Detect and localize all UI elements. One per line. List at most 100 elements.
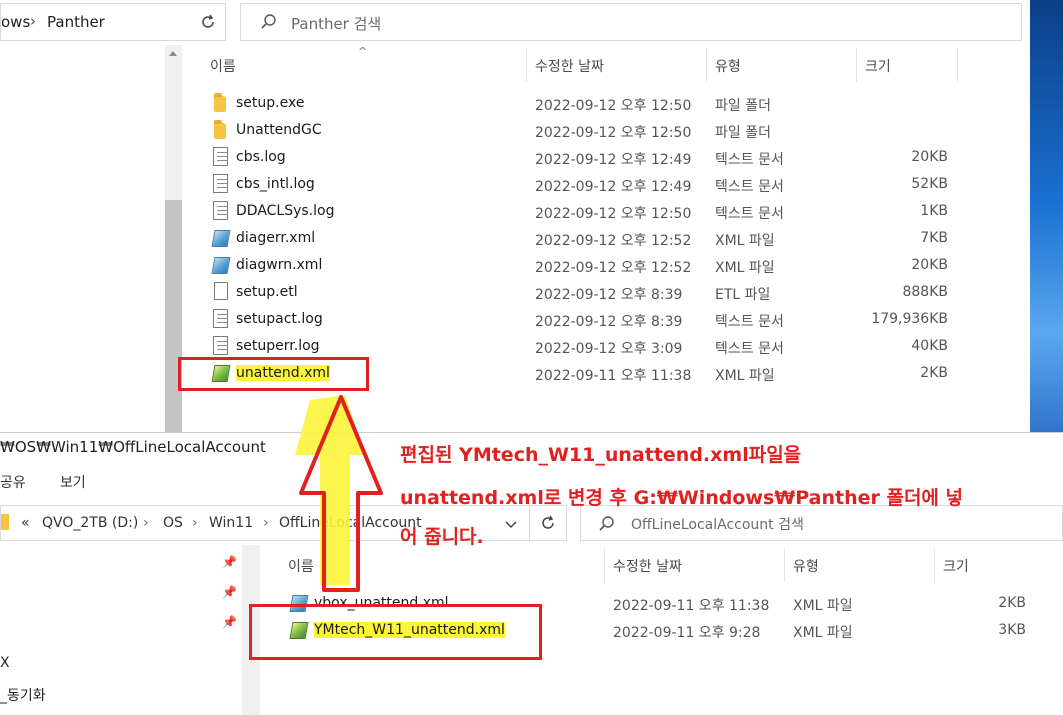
folder-icon bbox=[214, 93, 226, 112]
file-date: 2022-09-12 오후 12:52 bbox=[535, 260, 692, 276]
file-date: 2022-09-12 오후 3:09 bbox=[535, 341, 683, 357]
breadcrumb-separator-icon: › bbox=[30, 12, 36, 30]
pin-icon[interactable]: 📌 bbox=[222, 615, 237, 629]
nav-item[interactable]: X bbox=[0, 655, 10, 671]
text-file-icon bbox=[213, 147, 228, 166]
search-icon bbox=[259, 12, 279, 36]
file-date: 2022-09-12 오후 12:52 bbox=[535, 233, 692, 249]
file-type: 텍스트 문서 bbox=[715, 341, 784, 357]
column-header-date[interactable]: 수정한 날짜 bbox=[613, 556, 682, 576]
file-date: 2022-09-11 오후 11:38 bbox=[535, 368, 692, 384]
file-name[interactable]: diagwrn.xml bbox=[236, 257, 322, 273]
column-divider[interactable] bbox=[706, 48, 707, 82]
file-size: 7KB bbox=[920, 230, 948, 246]
breadcrumb-separator-icon: › bbox=[143, 515, 149, 531]
file-row[interactable]: diagwrn.xml 2022-09-12 오후 12:52 XML 파일 20KB bbox=[205, 252, 965, 279]
menu-share[interactable]: 공유 bbox=[0, 472, 26, 492]
column-divider[interactable] bbox=[957, 48, 958, 82]
refresh-button[interactable] bbox=[190, 3, 226, 41]
menu-view[interactable]: 보기 bbox=[60, 472, 86, 492]
desktop-wallpaper bbox=[1030, 0, 1063, 445]
chevron-down-icon[interactable] bbox=[501, 512, 521, 540]
file-row[interactable]: cbs_intl.log 2022-09-12 오후 12:49 텍스트 문서 52K… bbox=[205, 171, 965, 198]
file-row[interactable]: DDACLSys.log 2022-09-12 오후 12:50 텍스트 문서 1KB bbox=[205, 198, 965, 225]
navigation-pane[interactable]: 📌 📌 📌 X _동기화 bbox=[0, 545, 242, 715]
search-input[interactable]: Panther 검색 bbox=[240, 3, 1022, 41]
column-header-name[interactable]: 이름 bbox=[210, 56, 236, 76]
navigation-pane[interactable] bbox=[0, 45, 165, 432]
file-type: 텍스트 문서 bbox=[715, 314, 784, 330]
file-name[interactable]: cbs_intl.log bbox=[236, 176, 315, 192]
file-row[interactable]: diagerr.xml 2022-09-12 오후 12:52 XML 파일 7KB bbox=[205, 225, 965, 252]
file-name[interactable]: UnattendGC bbox=[236, 122, 322, 138]
column-header-date[interactable]: 수정한 날짜 bbox=[535, 56, 604, 76]
file-size: 52KB bbox=[911, 176, 948, 192]
file-type: 텍스트 문서 bbox=[715, 206, 784, 222]
breadcrumb-os[interactable]: OS bbox=[163, 515, 183, 531]
window-title: ₩OS₩Win11₩OffLineLocalAccount bbox=[0, 438, 266, 456]
annotation-line-1: 편집된 YMtech_W11_unattend.xml파일을 bbox=[400, 444, 802, 466]
column-divider[interactable] bbox=[934, 548, 935, 582]
file-name[interactable]: setup.etl bbox=[236, 284, 298, 300]
file-name[interactable]: setuperr.log bbox=[236, 338, 320, 354]
file-name[interactable]: cbs.log bbox=[236, 149, 286, 165]
pin-icon[interactable]: 📌 bbox=[222, 585, 237, 599]
file-row[interactable]: cbs.log 2022-09-12 오후 12:49 텍스트 문서 20KB bbox=[205, 144, 965, 171]
file-size: 2KB bbox=[998, 595, 1026, 611]
file-name[interactable]: setupact.log bbox=[236, 311, 323, 327]
scrollbar-thumb[interactable] bbox=[165, 200, 182, 432]
breadcrumb-overflow[interactable]: « bbox=[21, 515, 30, 531]
column-header-row: 이름 수정한 날짜 유형 크기 bbox=[0, 48, 1030, 84]
column-divider[interactable] bbox=[526, 48, 527, 82]
file-type: 텍스트 문서 bbox=[715, 152, 784, 168]
file-type: 파일 폴더 bbox=[715, 125, 771, 141]
file-size: 179,936KB bbox=[871, 311, 948, 327]
breadcrumb-win11[interactable]: Win11 bbox=[209, 515, 253, 531]
annotation-line-3: 어 줍니다. bbox=[400, 526, 484, 548]
file-type: 텍스트 문서 bbox=[715, 179, 784, 195]
column-divider[interactable] bbox=[856, 48, 857, 82]
xml-file-icon bbox=[211, 257, 231, 274]
file-size: 1KB bbox=[920, 203, 948, 219]
file-size: 2KB bbox=[920, 365, 948, 381]
text-file-icon bbox=[213, 336, 228, 355]
column-header-size[interactable]: 크기 bbox=[943, 556, 969, 576]
file-size: 40KB bbox=[911, 338, 948, 354]
file-date: 2022-09-12 오후 8:39 bbox=[535, 314, 683, 330]
file-type: 파일 폴더 bbox=[715, 98, 771, 114]
file-row[interactable]: setup.etl 2022-09-12 오후 8:39 ETL 파일 888KB bbox=[205, 279, 965, 306]
column-header-type[interactable]: 유형 bbox=[793, 556, 819, 576]
file-row[interactable]: setuperr.log 2022-09-12 오후 3:09 텍스트 문서 40KB bbox=[205, 333, 965, 360]
folder-icon bbox=[1, 514, 9, 530]
file-name[interactable]: setup.exe bbox=[236, 95, 304, 111]
pin-icon[interactable]: 📌 bbox=[222, 555, 237, 569]
file-type: XML 파일 bbox=[715, 368, 775, 384]
breadcrumb-drive[interactable]: QVO_2TB (D:) bbox=[42, 515, 138, 531]
file-name[interactable]: diagerr.xml bbox=[236, 230, 315, 246]
file-date: 2022-09-12 오후 8:39 bbox=[535, 287, 683, 303]
up-arrow-annotation bbox=[295, 395, 383, 592]
text-file-icon bbox=[213, 174, 228, 193]
address-bar[interactable]: ows › Panther bbox=[0, 3, 222, 41]
blank-file-icon bbox=[214, 282, 228, 300]
file-type: XML 파일 bbox=[793, 598, 853, 614]
file-name[interactable]: DDACLSys.log bbox=[236, 203, 334, 219]
nav-item-sync[interactable]: _동기화 bbox=[0, 685, 46, 705]
file-size: 3KB bbox=[998, 622, 1026, 638]
refresh-icon bbox=[201, 14, 214, 28]
file-row[interactable]: setup.exe 2022-09-12 오후 12:50 파일 폴더 bbox=[205, 90, 965, 117]
column-header-type[interactable]: 유형 bbox=[715, 56, 741, 76]
file-date: 2022-09-12 오후 12:50 bbox=[535, 98, 692, 114]
address-folder-panther[interactable]: Panther bbox=[47, 13, 105, 31]
column-divider[interactable] bbox=[604, 548, 605, 582]
file-date: 2022-09-12 오후 12:49 bbox=[535, 179, 692, 195]
refresh-button[interactable] bbox=[530, 505, 567, 541]
column-header-size[interactable]: 크기 bbox=[865, 56, 891, 76]
address-path-tail[interactable]: ows bbox=[1, 13, 30, 31]
search-input[interactable]: OffLineLocalAccount 검색 bbox=[580, 505, 1063, 541]
file-row[interactable]: setupact.log 2022-09-12 오후 8:39 텍스트 문서 179,… bbox=[205, 306, 965, 333]
file-size: 20KB bbox=[911, 149, 948, 165]
column-divider[interactable] bbox=[784, 548, 785, 582]
file-date: 2022-09-11 오후 9:28 bbox=[613, 625, 761, 641]
file-row[interactable]: UnattendGC 2022-09-12 오후 12:50 파일 폴더 bbox=[205, 117, 965, 144]
